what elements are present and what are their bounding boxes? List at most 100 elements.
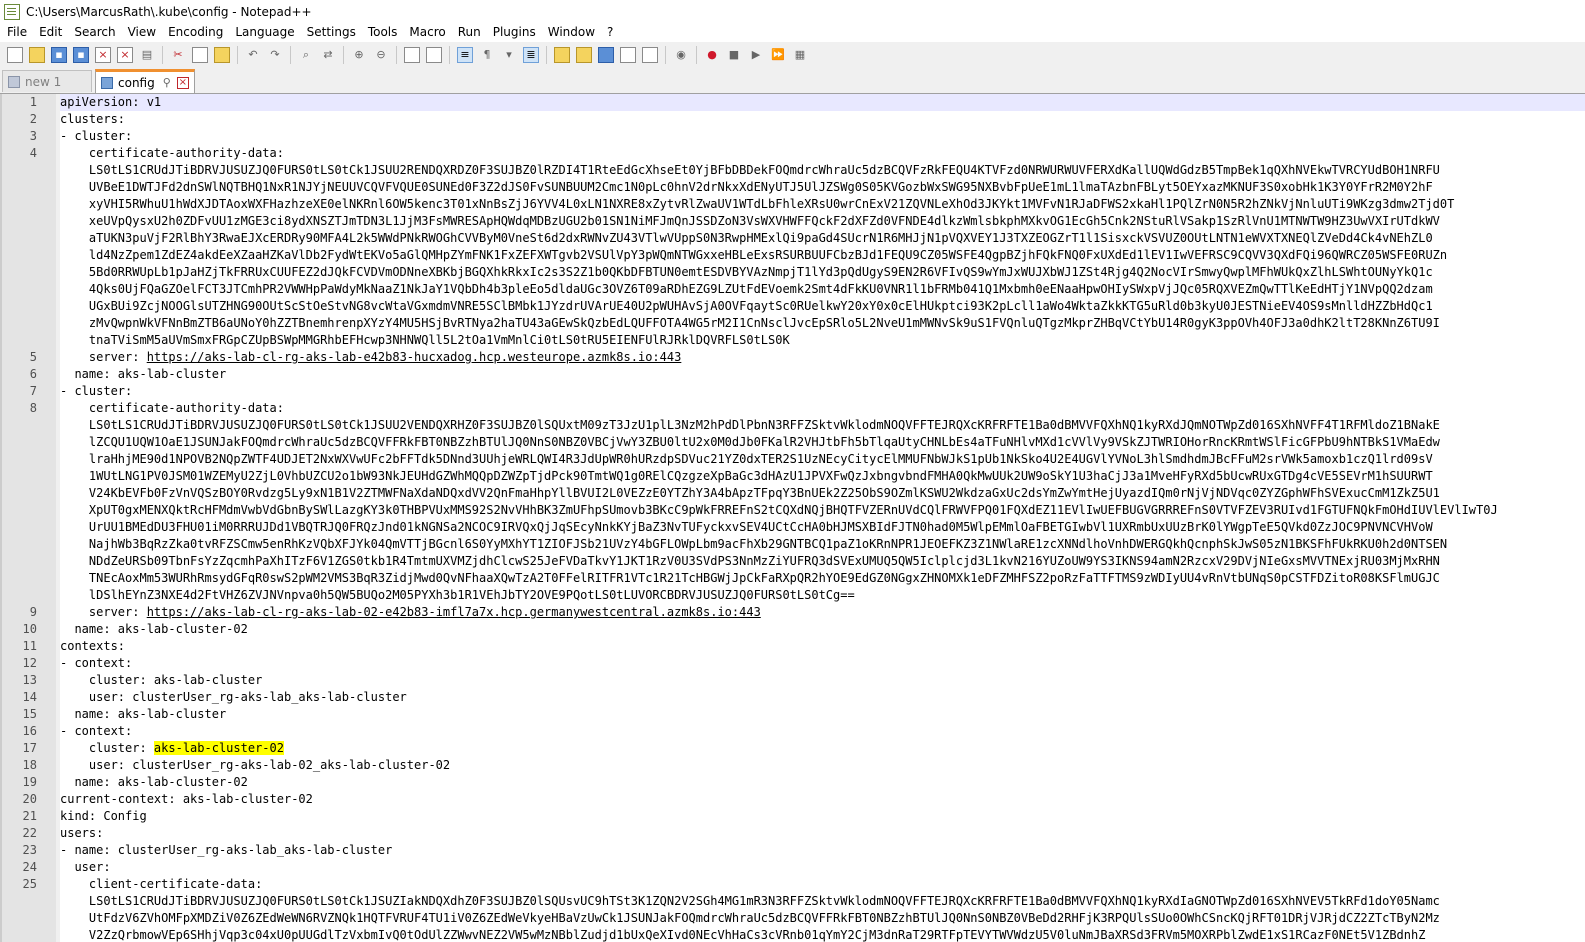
undo-icon[interactable]: ↶ <box>245 47 261 63</box>
copy-icon[interactable] <box>192 46 208 63</box>
code-line[interactable]: LS0tLS1CRUdJTiBDRVJUSUZJQ0FURS0tLS0tCk1J… <box>60 162 1585 179</box>
indent-guide-icon[interactable]: ≣ <box>523 46 539 63</box>
print-icon[interactable]: ▤ <box>139 47 155 63</box>
code-line[interactable]: user: clusterUser_rg-aks-lab-02_aks-lab-… <box>60 757 1585 774</box>
code-line[interactable]: user: clusterUser_rg-aks-lab_aks-lab-clu… <box>60 689 1585 706</box>
menu-run[interactable]: Run <box>452 23 487 42</box>
code-line[interactable]: V24KbEVFb0FzVnVQSzBOY0Rvdzg5Ly9xN1B1V2ZT… <box>60 485 1585 502</box>
code-line[interactable]: name: aks-lab-cluster <box>60 706 1585 723</box>
code-line[interactable]: - context: <box>60 723 1585 740</box>
pin-icon[interactable]: ⚲ <box>163 76 171 89</box>
code-line[interactable]: kind: Config <box>60 808 1585 825</box>
menu-view[interactable]: View <box>122 23 162 42</box>
menu-encoding[interactable]: Encoding <box>162 23 229 42</box>
zoom-in-icon[interactable]: ⊕ <box>351 47 367 63</box>
new-file-icon[interactable] <box>7 46 23 63</box>
server-url-link[interactable]: https://aks-lab-cl-rg-aks-lab-e42b83-huc… <box>147 350 682 364</box>
code-line[interactable]: lZCQU1UQW1OaE1JSUNJakFOQmdrcWhraUc5dzBCQ… <box>60 434 1585 451</box>
code-line[interactable]: 1WUtLNG1PV0JSM01WZEMyU2ZjL0VhbUZCU2o1bW9… <box>60 468 1585 485</box>
playback-macro-icon[interactable]: ▶ <box>748 47 764 63</box>
code-line[interactable]: UVBeE1DWTJFd2dnSWlNQTBHQ1NxR1NJYjNEUUVCQ… <box>60 179 1585 196</box>
code-line[interactable]: xeUVpQysxU2h0ZDFvUU1zMGE3ci8ydXNSZTJmTDN… <box>60 213 1585 230</box>
code-line[interactable]: - context: <box>60 655 1585 672</box>
code-line[interactable]: name: aks-lab-cluster <box>60 366 1585 383</box>
code-line[interactable]: aTUKN3puVjF2RlBhY3RwaEJXcERDRy90MFA4L2k5… <box>60 230 1585 247</box>
code-line[interactable]: clusters: <box>60 111 1585 128</box>
menu-language[interactable]: Language <box>229 23 300 42</box>
all-characters-icon[interactable]: ¶ <box>479 47 495 63</box>
code-line[interactable]: name: aks-lab-cluster-02 <box>60 774 1585 791</box>
editor-area[interactable]: 1 2 3 4 5 6 7 8 9 10 11 12 13 14 15 16 17 18 19 20 21 22 23 24 2… <box>0 94 1585 942</box>
code-line[interactable]: 5Bd0RRWUpLb1pJaHZjTkFRRUxCUUFEZ2dJQkFCVD… <box>60 264 1585 281</box>
code-line[interactable]: server: https://aks-lab-cl-rg-aks-lab-02… <box>60 604 1585 621</box>
run-macro-multiple-icon[interactable]: ⏩ <box>770 47 786 63</box>
tab-new-1[interactable]: new 1 <box>2 70 92 92</box>
code-line[interactable]: tnaTViSmM5aUVmSmxFRGpCZUpBSWpMMGRhbEFHcw… <box>60 332 1585 349</box>
code-line[interactable]: NDdZeURSb09TbnFsYzZqcmhPaXhITzF6V1ZGS0tk… <box>60 553 1585 570</box>
stop-recording-icon[interactable]: ■ <box>726 47 742 63</box>
sync-horizontal-icon[interactable] <box>426 46 442 63</box>
eye-icon[interactable]: ◉ <box>673 47 689 63</box>
document-map-icon[interactable] <box>576 46 592 63</box>
record-macro-icon[interactable]: ● <box>704 47 720 63</box>
menu-file[interactable]: File <box>0 23 33 42</box>
menu-help[interactable]: ? <box>601 23 619 42</box>
replace-icon[interactable]: ⇄ <box>320 47 336 63</box>
menu-plugins[interactable]: Plugins <box>487 23 542 42</box>
find-icon[interactable]: ⌕ <box>298 47 314 63</box>
redo-icon[interactable]: ↷ <box>267 47 283 63</box>
word-wrap-icon[interactable]: ≡ <box>457 46 473 63</box>
code-line[interactable]: cluster: aks-lab-cluster <box>60 672 1585 689</box>
code-line[interactable]: users: <box>60 825 1585 842</box>
code-line[interactable]: server: https://aks-lab-cl-rg-aks-lab-e4… <box>60 349 1585 366</box>
sync-vertical-icon[interactable] <box>404 46 420 63</box>
code-line[interactable]: - name: clusterUser_rg-aks-lab_aks-lab-c… <box>60 842 1585 859</box>
code-line[interactable]: UtFdzV6ZVhOMFpXMDZiV0Z6ZEdWeWN6RVZNQk1HQ… <box>60 910 1585 927</box>
code-line[interactable]: client-certificate-data: <box>60 876 1585 893</box>
code-line[interactable]: name: aks-lab-cluster-02 <box>60 621 1585 638</box>
user-defined-language-icon[interactable] <box>554 46 570 63</box>
menu-tools[interactable]: Tools <box>362 23 404 42</box>
save-macro-icon[interactable]: ▦ <box>792 47 808 63</box>
code-line[interactable]: NajhWb3BqRzZka0tvRFZSCmw5enRhKzVQbXFJYk0… <box>60 536 1585 553</box>
tab-config[interactable]: config ⚲ × <box>95 69 195 93</box>
code-line[interactable]: 4Qks0UjFQaGZOelFCT3JTCmhPR2VWWHpPaWdyMkN… <box>60 281 1585 298</box>
function-list-icon[interactable] <box>598 46 614 63</box>
code-line[interactable]: current-context: aks-lab-cluster-02 <box>60 791 1585 808</box>
code-line[interactable]: certificate-authority-data: <box>60 145 1585 162</box>
code-line[interactable]: xyVHI5RWhuU1hWdXJDTAoxWXFHazhzeXE0elNKRn… <box>60 196 1585 213</box>
paste-icon[interactable] <box>214 46 230 63</box>
save-all-icon[interactable]: ▪ <box>73 46 89 63</box>
code-line[interactable]: V2ZzQrbmowVEp6SHhjVqp3c04xU0pUUGdlTzVxbm… <box>60 927 1585 942</box>
dropdown-arrow-icon[interactable]: ▾ <box>501 47 517 63</box>
monitoring-icon[interactable] <box>642 46 658 63</box>
code-line[interactable]: cluster: aks-lab-cluster-02 <box>60 740 1585 757</box>
menu-window[interactable]: Window <box>542 23 601 42</box>
code-line[interactable]: UrUU1BMEdDU3FHU01iM0RRRUJDd1VBQTRJQ0FRQz… <box>60 519 1585 536</box>
code-line[interactable]: TNEcAoxMm53WURhRmsydGFqR0swS2pWM2VMS3BqR… <box>60 570 1585 587</box>
zoom-out-icon[interactable]: ⊖ <box>373 47 389 63</box>
cut-icon[interactable]: ✂ <box>170 47 186 63</box>
code-line[interactable]: zMvQwpnWkVFNnBmZTB6aUNoY0hZZTBnemhrenpXY… <box>60 315 1585 332</box>
code-line[interactable]: LS0tLS1CRUdJTiBDRVJUSUZJQ0FURS0tLS0tCk1J… <box>60 893 1585 910</box>
open-file-icon[interactable] <box>29 46 45 63</box>
code-line[interactable]: certificate-authority-data: <box>60 400 1585 417</box>
code-line[interactable]: - cluster: <box>60 128 1585 145</box>
menu-search[interactable]: Search <box>68 23 121 42</box>
save-icon[interactable]: ▪ <box>51 46 67 63</box>
code-line[interactable]: lraHhjME90d1NPOVB2NQpZWTF4UDJET2NxWXVwUF… <box>60 451 1585 468</box>
menu-edit[interactable]: Edit <box>33 23 68 42</box>
code-line[interactable]: apiVersion: v1 <box>60 94 1585 111</box>
code-line[interactable]: - cluster: <box>60 383 1585 400</box>
code-line[interactable]: contexts: <box>60 638 1585 655</box>
code-line[interactable]: XpUT0gxMENXQktRcHFMdmVwbVdGbnBySWlLazgKY… <box>60 502 1585 519</box>
code-line[interactable]: LS0tLS1CRUdJTiBDRVJUSUZJQ0FURS0tLS0tCk1J… <box>60 417 1585 434</box>
close-all-icon[interactable]: × <box>117 46 133 63</box>
close-icon[interactable]: × <box>95 46 111 63</box>
server-url-link[interactable]: https://aks-lab-cl-rg-aks-lab-02-e42b83-… <box>147 605 761 619</box>
menu-macro[interactable]: Macro <box>403 23 451 42</box>
code-line[interactable]: ld4NzZpem1ZdEZ4akdEeXZaaHZKaVlDb2FydWtEK… <box>60 247 1585 264</box>
close-tab-icon[interactable]: × <box>176 76 189 89</box>
code-line[interactable]: lDSlhEYnZ3NXE4d2FtVHZ6ZVJNVnpva0h5QW5BUQ… <box>60 587 1585 604</box>
menu-settings[interactable]: Settings <box>301 23 362 42</box>
